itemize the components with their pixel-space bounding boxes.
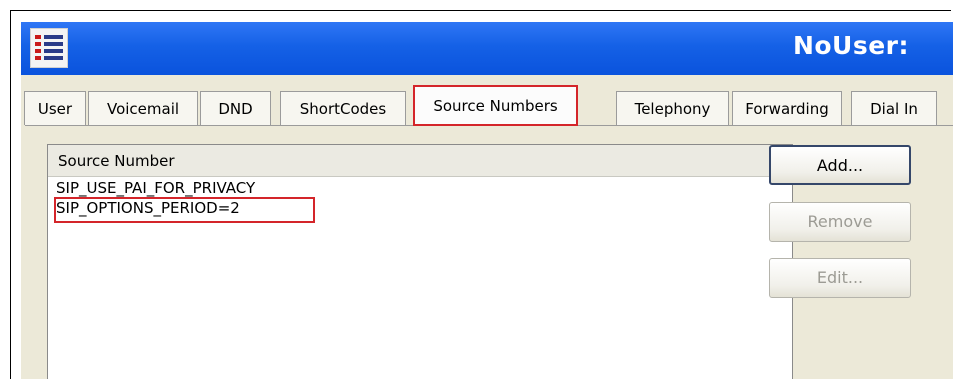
add-button[interactable]: Add... <box>769 145 911 185</box>
user-settings-window: NoUser: User Voicemail DND ShortCodes So… <box>21 22 953 379</box>
title-bar: NoUser: <box>21 22 953 75</box>
window-title: NoUser: <box>792 31 909 60</box>
tab-voicemail[interactable]: Voicemail <box>88 91 198 125</box>
tab-telephony[interactable]: Telephony <box>616 91 729 125</box>
column-header-source-number[interactable]: Source Number <box>48 145 792 177</box>
tab-strip: User Voicemail DND ShortCodes Source Num… <box>21 85 953 126</box>
tab-dnd[interactable]: DND <box>200 91 271 125</box>
edit-button[interactable]: Edit... <box>769 258 911 298</box>
highlight-box <box>54 197 315 223</box>
tab-user[interactable]: User <box>24 91 86 125</box>
list-item[interactable]: SIP_OPTIONS_PERIOD=2 <box>54 197 315 223</box>
tab-source-numbers[interactable]: Source Numbers <box>413 85 578 126</box>
tab-shortcodes[interactable]: ShortCodes <box>280 91 406 125</box>
source-number-list[interactable]: Source Number SIP_USE_PAI_FOR_PRIVACY SI… <box>47 144 793 379</box>
remove-button[interactable]: Remove <box>769 202 911 242</box>
app-icon <box>30 28 68 68</box>
tab-forwarding[interactable]: Forwarding <box>732 91 842 125</box>
tab-dial-in[interactable]: Dial In <box>851 91 937 125</box>
list-item[interactable]: SIP_USE_PAI_FOR_PRIVACY <box>56 179 255 197</box>
